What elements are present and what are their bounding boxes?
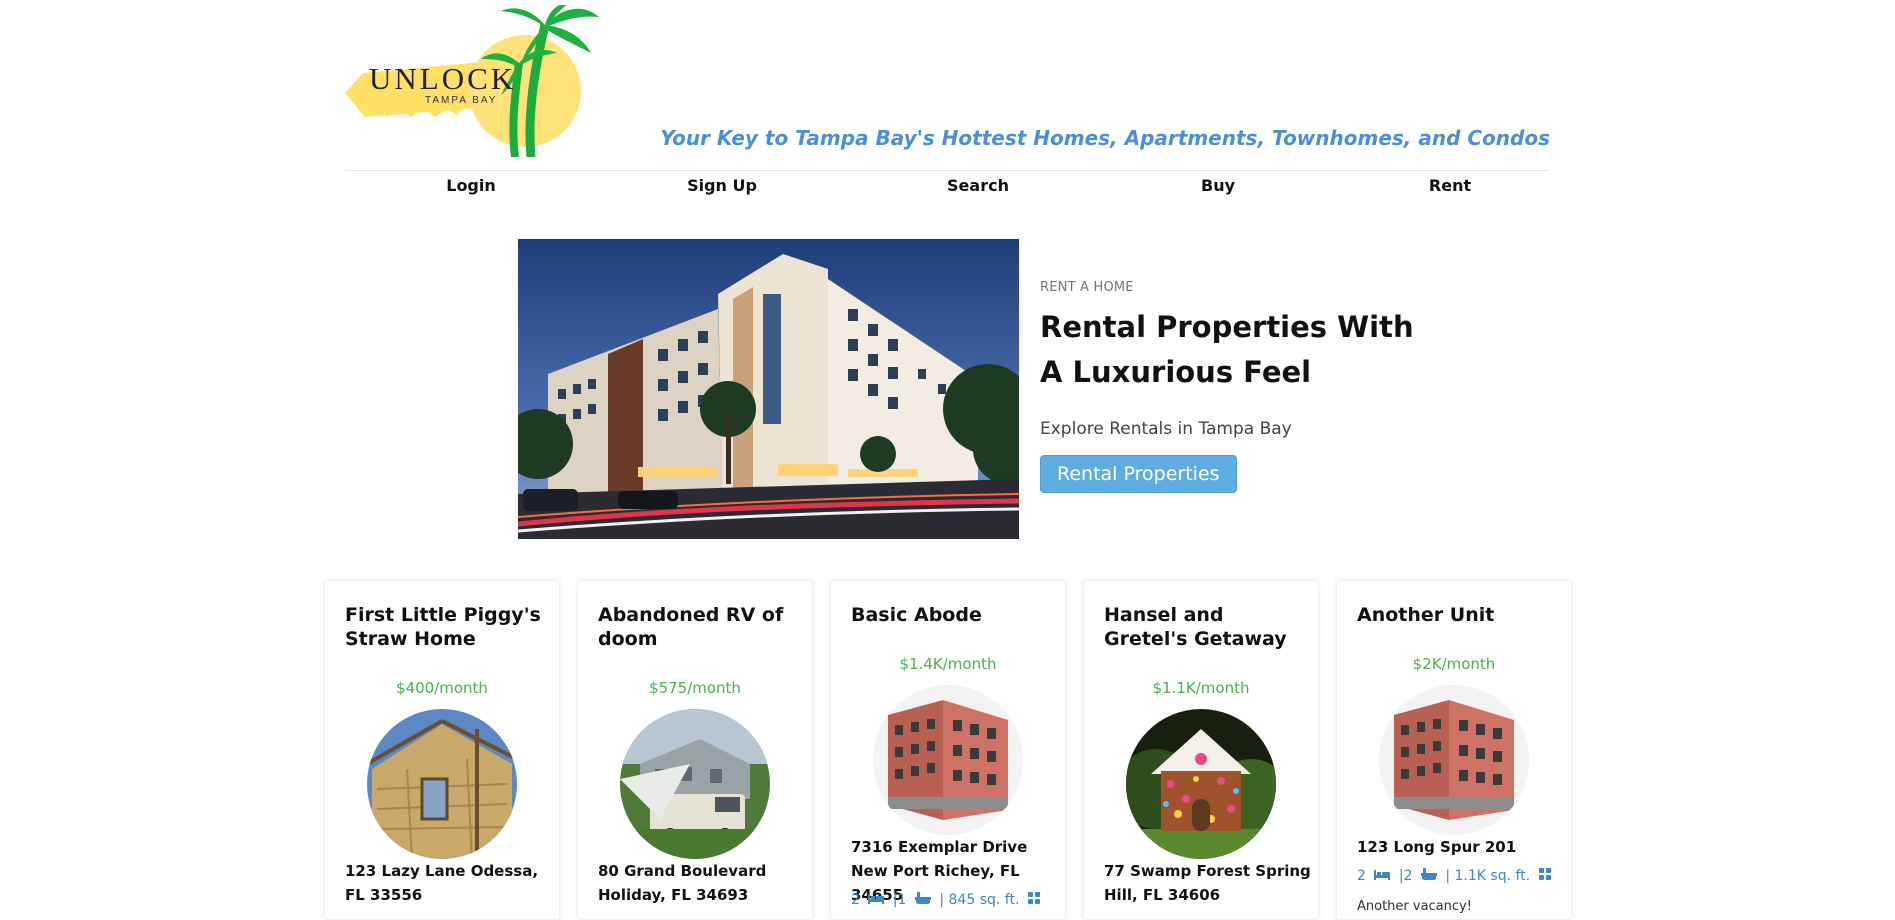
hero-title-line-1: Rental Properties With [1040,310,1414,344]
nav-rent-link[interactable]: Rent [1429,176,1471,195]
listing-title[interactable]: Abandoned RV of doom [598,603,803,651]
hero-image [518,239,1019,539]
listing-cards: First Little Piggy's Straw Home $400/mon… [324,580,1576,920]
brand-logo[interactable]: UNLOCK TAMPA BAY [345,5,605,157]
listing-photo[interactable] [1379,685,1529,835]
logo-subtext: TAMPA BAY [425,95,497,106]
listing-card[interactable]: Another Unit $2K/month 123 Long Spur 201 [1336,580,1572,920]
hero-eyebrow: RENT A HOME [1040,280,1134,295]
logo-wordmark: UNLOCK [369,61,516,96]
rental-properties-button[interactable]: Rental Properties [1040,455,1237,493]
bed-count: 2 [1357,868,1366,884]
nav-signup-link[interactable]: Sign Up [687,176,757,195]
bed-icon [868,892,885,908]
listing-photo[interactable] [1126,709,1276,859]
grid-view-icon[interactable] [1027,892,1040,908]
listing-title[interactable]: Basic Abode [851,603,1056,627]
bath-icon [914,891,931,909]
listing-price: $1.1K/month [1152,679,1250,697]
listing-card[interactable]: First Little Piggy's Straw Home $400/mon… [324,580,560,920]
listing-address: 123 Long Spur 201 [1357,838,1517,856]
square-footage: | 1.1K sq. ft. [1445,868,1531,884]
bath-count: |2 [1398,868,1413,884]
listing-price: $575/month [649,679,741,697]
site-header: UNLOCK TAMPA BAY Your Key to Tampa Bay's… [345,0,1550,170]
listing-price: $400/month [396,679,488,697]
nav-buy-link[interactable]: Buy [1201,176,1235,195]
listing-title[interactable]: First Little Piggy's Straw Home [345,603,550,651]
header-divider [345,170,1550,171]
listing-stats: 2 |1 | 845 sq. ft. [851,891,1044,909]
listing-photo[interactable] [367,709,517,859]
bed-count: 2 [851,892,860,908]
hero-title-line-2: A Luxurious Feel [1040,355,1312,389]
listing-price: $2K/month [1412,655,1496,673]
listing-title[interactable]: Another Unit [1357,603,1562,627]
listing-photo[interactable] [620,709,770,859]
listing-address: 80 Grand Boulevard Holiday, FL 34693 [598,862,767,904]
square-footage: | 845 sq. ft. [939,892,1020,908]
listing-photo[interactable] [873,685,1023,835]
listing-price: $1.4K/month [899,655,997,673]
listing-card[interactable]: Basic Abode $1.4K/month 7316 Exemplar Dr… [830,580,1066,920]
main-nav: Login Sign Up Search Buy Rent [345,176,1550,200]
site-tagline: Your Key to Tampa Bay's Hottest Homes, A… [660,126,1550,150]
nav-login-link[interactable]: Login [446,176,496,195]
grid-view-icon[interactable] [1538,868,1551,884]
nav-search-link[interactable]: Search [947,176,1009,195]
bath-count: |1 [892,892,907,908]
bath-icon [1420,867,1437,885]
listing-address: 123 Lazy Lane Odessa, FL 33556 [345,862,539,904]
listing-stats: 2 |2 | 1.1K sq. ft. [1357,867,1555,885]
listing-card[interactable]: Abandoned RV of doom $575/month 80 Grand… [577,580,813,920]
hero-subtitle: Explore Rentals in Tampa Bay [1040,419,1292,439]
listing-address: 77 Swamp Forest Spring Hill, FL 34606 [1104,862,1311,904]
listing-title[interactable]: Hansel and Gretel's Getaway [1104,603,1309,651]
bed-icon [1374,868,1391,884]
hero-title: Rental Properties With A Luxurious Feel [1040,305,1460,395]
hero-content: RENT A HOME Rental Properties With A Lux… [1040,280,1460,493]
listing-card[interactable]: Hansel and Gretel's Getaway $1.1K/month … [1083,580,1319,920]
